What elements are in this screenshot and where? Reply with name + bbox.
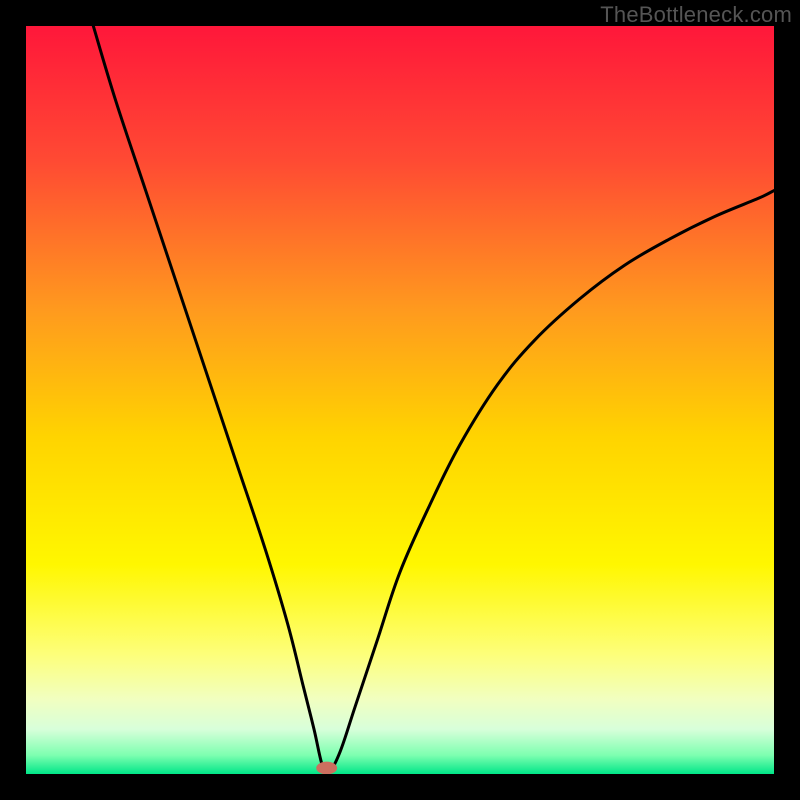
plot-svg [26,26,774,774]
plot-area [26,26,774,774]
gradient-background [26,26,774,774]
chart-frame: TheBottleneck.com [0,0,800,800]
watermark-text: TheBottleneck.com [600,2,792,28]
optimal-point-marker [316,762,337,774]
